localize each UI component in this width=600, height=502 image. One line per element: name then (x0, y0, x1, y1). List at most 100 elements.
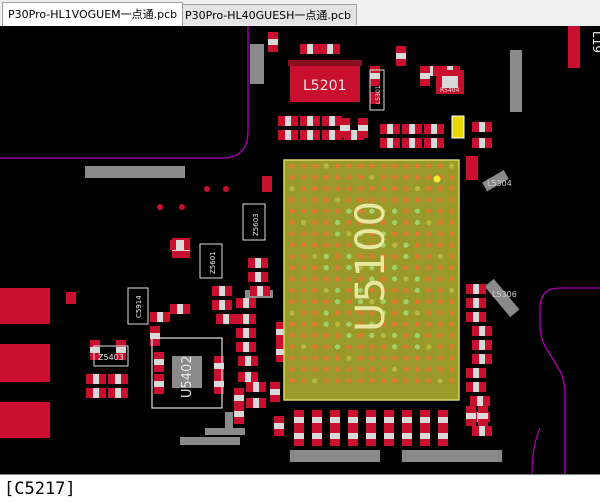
pad[interactable] (66, 292, 76, 304)
smd-pad[interactable] (251, 372, 258, 382)
smd-pad[interactable] (163, 312, 170, 322)
smd-pad[interactable] (300, 116, 307, 126)
smd-body[interactable] (268, 39, 278, 45)
smd-body[interactable] (177, 304, 183, 314)
smd-pad[interactable] (212, 300, 219, 310)
smd-body[interactable] (312, 433, 322, 439)
smd-pad[interactable] (479, 298, 486, 308)
smd-body[interactable] (477, 396, 483, 406)
smd-body[interactable] (285, 116, 291, 126)
smd-pad[interactable] (485, 326, 492, 336)
smd-pad[interactable] (402, 426, 412, 433)
smd-pad[interactable] (150, 326, 160, 333)
smd-body[interactable] (473, 312, 479, 322)
smd-body[interactable] (438, 417, 448, 423)
smd-pad[interactable] (86, 374, 93, 384)
smd-body[interactable] (270, 389, 280, 395)
smd-pad[interactable] (370, 79, 380, 86)
smd-body[interactable] (366, 433, 376, 439)
smd-pad[interactable] (259, 382, 266, 392)
smd-body[interactable] (243, 314, 249, 324)
smd-body[interactable] (93, 374, 99, 384)
smd-body[interactable] (387, 138, 393, 148)
smd-pad[interactable] (479, 312, 486, 322)
smd-pad[interactable] (420, 439, 430, 446)
smd-pad[interactable] (472, 340, 479, 350)
large-pad[interactable] (0, 344, 50, 382)
smd-body[interactable] (93, 388, 99, 398)
smd-pad[interactable] (415, 138, 422, 148)
smd-body[interactable] (157, 312, 163, 322)
via[interactable] (204, 186, 210, 192)
smd-pad[interactable] (99, 374, 106, 384)
smd-pad[interactable] (478, 419, 488, 426)
smd-body[interactable] (329, 130, 335, 140)
smd-body[interactable] (438, 433, 448, 439)
smd-pad[interactable] (366, 439, 376, 446)
smd-body[interactable] (243, 342, 249, 352)
smd-body[interactable] (473, 298, 479, 308)
smd-body[interactable] (219, 300, 225, 310)
smd-body[interactable] (420, 433, 430, 439)
smd-body[interactable] (479, 354, 485, 364)
smd-body[interactable] (351, 130, 357, 140)
smd-pad[interactable] (485, 426, 492, 436)
smd-pad[interactable] (380, 124, 387, 134)
smd-pad[interactable] (234, 388, 244, 395)
smd-pad[interactable] (466, 156, 478, 180)
smd-body[interactable] (253, 398, 259, 408)
smd-body[interactable] (219, 286, 225, 296)
smd-pad[interactable] (322, 130, 329, 140)
smd-pad[interactable] (348, 426, 358, 433)
smd-body[interactable] (329, 116, 335, 126)
smd-pad[interactable] (313, 130, 320, 140)
smd-pad[interactable] (438, 410, 448, 417)
highlighted-ball[interactable] (433, 175, 441, 183)
smd-pad[interactable] (466, 298, 473, 308)
smd-pad[interactable] (485, 122, 492, 132)
smd-pad[interactable] (248, 272, 255, 282)
smd-pad[interactable] (259, 398, 266, 408)
smd-body[interactable] (274, 423, 284, 429)
smd-body[interactable] (223, 314, 229, 324)
smd-body[interactable] (473, 382, 479, 392)
smd-pad[interactable] (291, 130, 298, 140)
via[interactable] (179, 204, 185, 210)
smd-pad[interactable] (420, 410, 430, 417)
smd-body[interactable] (384, 417, 394, 423)
large-pad[interactable] (0, 402, 50, 438)
smd-pad[interactable] (479, 382, 486, 392)
smd-pad[interactable] (466, 419, 476, 426)
smd-pad[interactable] (466, 312, 473, 322)
smd-pad[interactable] (320, 44, 327, 54)
smd-pad[interactable] (366, 426, 376, 433)
smd-pad[interactable] (278, 130, 285, 140)
smd-body[interactable] (257, 286, 263, 296)
smd-body[interactable] (384, 433, 394, 439)
smd-body[interactable] (243, 298, 249, 308)
smd-pad[interactable] (479, 368, 486, 378)
smd-pad[interactable] (263, 286, 270, 296)
smd-pad[interactable] (396, 46, 406, 53)
smd-pad[interactable] (261, 258, 268, 268)
smd-body[interactable] (327, 44, 333, 54)
smd-pad[interactable] (250, 286, 257, 296)
smd-pad[interactable] (472, 122, 479, 132)
smd-pad[interactable] (249, 342, 256, 352)
smd-body[interactable] (243, 328, 249, 338)
smd-pad[interactable] (384, 426, 394, 433)
smd-pad[interactable] (300, 44, 307, 54)
smd-pad[interactable] (402, 124, 409, 134)
smd-body[interactable] (307, 130, 313, 140)
smd-body[interactable] (307, 44, 313, 54)
smd-body[interactable] (396, 53, 406, 59)
smd-pad[interactable] (330, 410, 340, 417)
smd-body[interactable] (479, 138, 485, 148)
smd-pad[interactable] (270, 395, 280, 402)
smd-pad[interactable] (466, 368, 473, 378)
smd-body[interactable] (431, 124, 437, 134)
smd-pad[interactable] (478, 406, 488, 413)
smd-pad[interactable] (249, 314, 256, 324)
smd-body[interactable] (294, 433, 304, 439)
smd-pad[interactable] (437, 124, 444, 134)
